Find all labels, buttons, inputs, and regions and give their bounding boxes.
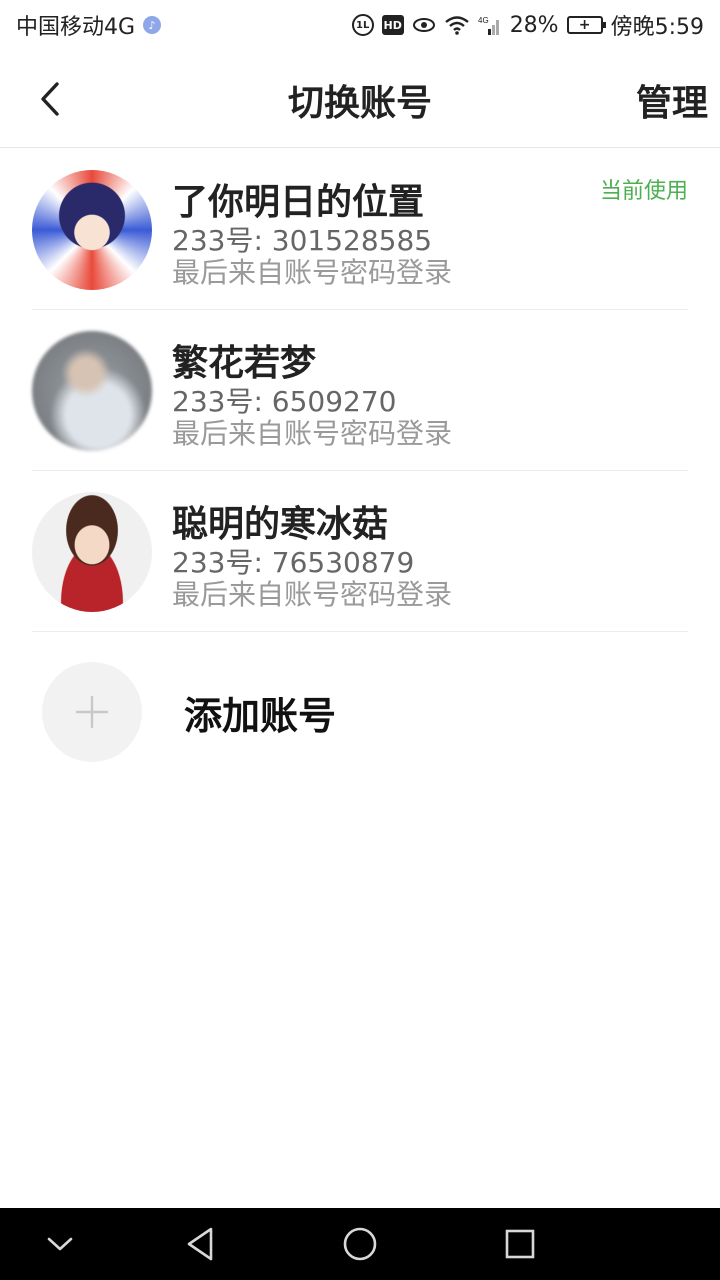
carrier-label: 中国移动4G [16,15,136,40]
hd-icon: HD [381,15,404,35]
signal-icon: 4G [478,15,502,35]
page-title: 切换账号 [287,83,432,124]
music-badge-icon: ♪ [143,16,162,34]
add-account-label: 添加账号 [184,693,337,738]
nav-collapse-button[interactable] [38,1222,82,1266]
account-name: 了你明日的位置 [172,182,425,223]
add-account-button[interactable]: 添加账号 [42,662,442,762]
status-left: 中国移动4G ♪ [16,9,162,41]
screen: 中国移动4G ♪ 1L HD 4G 28% + 傍晚5:59 切换账号 管理 了… [0,0,720,1280]
account-item[interactable]: 聪明的寒冰菇 233号: 76530879 最后来自账号密码登录 [32,471,688,632]
avatar [32,170,152,290]
nav-back-button[interactable] [178,1222,222,1266]
battery-charging-icon: + [566,16,606,34]
account-login-method: 最后来自账号密码登录 [172,417,453,450]
status-bar: 中国移动4G ♪ 1L HD 4G 28% + 傍晚5:59 [0,0,720,50]
account-item-current[interactable]: 了你明日的位置 233号: 301528585 最后来自账号密码登录 当前使用 [32,149,688,310]
manage-button[interactable]: 管理 [636,74,708,126]
network-type-label: 4G [478,16,489,25]
battery-percent: 28% [509,12,559,38]
header: 切换账号 管理 [0,50,720,148]
account-login-method: 最后来自账号密码登录 [172,256,453,289]
status-time: 傍晚5:59 [610,15,704,40]
status-right: 1L HD 4G 28% + 傍晚5:59 [351,9,704,41]
circle-home-icon [343,1227,377,1261]
avatar [32,331,152,451]
eye-icon [412,17,436,33]
account-name: 繁花若梦 [172,343,317,384]
data-saver-icon: 1L [351,14,374,36]
wifi-icon [444,15,470,35]
triangle-back-icon [187,1227,213,1261]
nav-recents-button[interactable] [498,1222,542,1266]
add-account-circle [42,662,142,762]
account-name: 聪明的寒冰菇 [172,504,389,545]
chevron-down-icon [47,1237,73,1251]
navigation-bar [0,1208,720,1280]
plus-icon [75,695,109,729]
account-item[interactable]: 繁花若梦 233号: 6509270 最后来自账号密码登录 [32,310,688,471]
current-account-badge: 当前使用 [599,179,688,204]
account-list: 了你明日的位置 233号: 301528585 最后来自账号密码登录 当前使用 … [0,149,720,632]
account-login-method: 最后来自账号密码登录 [172,578,453,611]
nav-home-button[interactable] [338,1222,382,1266]
avatar [32,492,152,612]
square-recents-icon [505,1229,535,1259]
